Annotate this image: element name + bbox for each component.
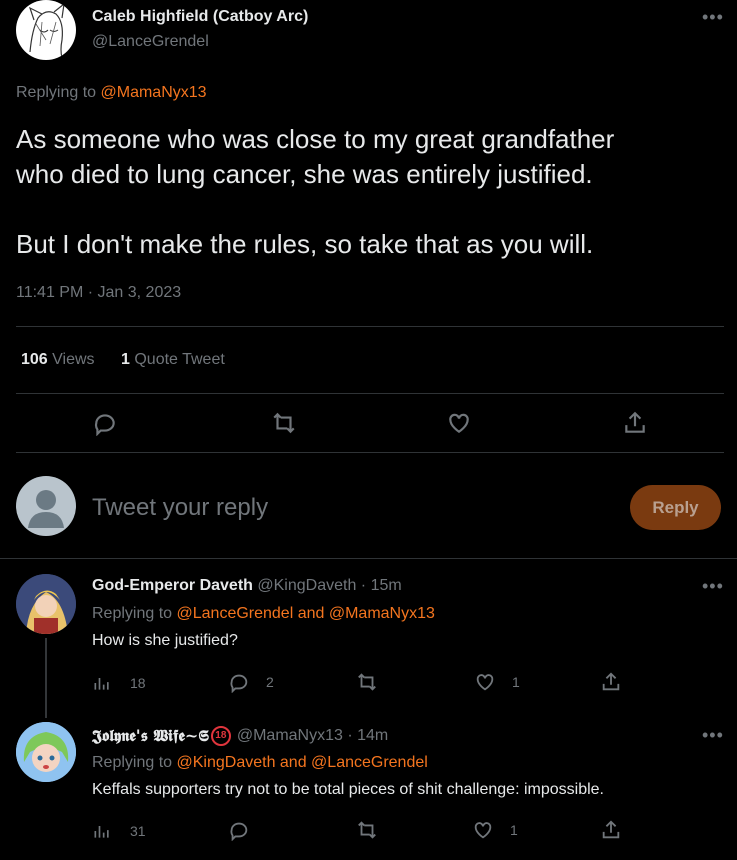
retweet-icon [273,412,295,434]
analytics-icon [94,678,109,690]
reply-button[interactable] [228,819,266,841]
reply-time[interactable]: 14m [357,727,388,745]
like-button[interactable] [446,410,472,436]
replying-to-link[interactable]: @MamaNyx13 [101,84,207,101]
reply-text: Keffals supporters try not to be total p… [92,781,604,798]
views-count: 106 [21,351,48,368]
reply-header: God-Emperor Daveth @KingDaveth · 15m [92,577,402,594]
replying-to-label: Replying to [16,84,97,101]
heart-icon [474,822,492,839]
replying-to-link[interactable]: @LanceGrendel and @MamaNyx13 [177,605,435,622]
more-options-icon[interactable]: ••• [702,726,724,744]
replying-to-line: Replying to @MamaNyx13 [16,84,207,102]
views-button[interactable]: 18 [92,672,146,694]
views-count: 18 [130,675,146,691]
more-options-icon[interactable]: ••• [702,8,724,26]
thread-line [45,638,47,718]
author-avatar[interactable] [16,0,76,60]
quotes-count: 1 [121,351,130,368]
reply-count: 2 [266,674,274,690]
reply-icon [94,414,115,437]
share-icon [602,820,620,839]
reply-handle[interactable]: @MamaNyx13 [237,727,343,745]
analytics-icon [94,826,109,838]
tweet-stats: 106 Views 1 Quote Tweet [21,351,225,369]
age-restriction-badge: 18 [210,726,231,746]
retweet-button[interactable] [356,671,394,693]
tweet-text: As someone who was close to my great gra… [16,122,731,262]
author-display-name[interactable]: Caleb Highfield (Catboy Arc) [92,8,308,26]
tweet-text-line: As someone who was close to my great gra… [16,124,615,154]
share-icon [625,411,645,433]
reply-time[interactable]: 15m [371,577,402,594]
tweet-time: 11:41 PM [16,284,84,301]
author-handle[interactable]: @LanceGrendel [92,33,209,51]
tweet-date: Jan 3, 2023 [97,284,182,301]
retweet-button[interactable] [270,410,298,436]
quotes-stat[interactable]: 1 Quote Tweet [121,351,225,368]
reply-button[interactable]: 2 [228,671,274,693]
reply-text: How is she justified? [92,632,238,649]
reply-submit-button[interactable]: Reply [630,485,721,530]
user-avatar[interactable] [16,476,76,536]
share-icon [602,672,620,691]
divider [16,393,724,394]
tweet-timestamp[interactable]: 11:41 PM · Jan 3, 2023 [16,284,181,302]
tweet-text-line: But I don't make the rules, so take that… [16,229,594,259]
replying-to-line: Replying to @LanceGrendel and @MamaNyx13 [92,605,435,623]
age-badge-label: 18 [215,730,227,741]
share-button[interactable] [600,671,622,693]
replying-to-label: Replying to [92,605,173,622]
reply-display-name[interactable]: God-Emperor Daveth [92,577,253,594]
replying-to-link[interactable]: @KingDaveth and @LanceGrendel [177,754,428,771]
more-options-icon[interactable]: ••• [702,577,724,595]
divider [0,558,737,559]
views-stat[interactable]: 106 Views [21,351,95,368]
like-count: 1 [512,674,520,690]
reply-display-name[interactable]: 𝕵𝖔𝖑𝖞𝖓𝖊'𝖘 𝖂𝖎𝖋𝖊~𝕾 [92,726,209,746]
quotes-label: Quote Tweet [134,351,225,368]
views-button[interactable]: 31 [92,820,146,842]
reply-handle[interactable]: @KingDaveth [257,577,356,594]
divider [16,452,724,453]
replying-to-label: Replying to [92,754,173,771]
heart-icon [449,413,469,433]
reply-header: 𝕵𝖔𝖑𝖞𝖓𝖊'𝖘 𝖂𝖎𝖋𝖊~𝕾 18 @MamaNyx13 · 14m [92,726,389,746]
reply-avatar[interactable] [16,722,76,782]
tweet-text-line: who died to lung cancer, she was entirel… [16,159,593,189]
like-count: 1 [510,822,518,838]
replying-to-line: Replying to @KingDaveth and @LanceGrende… [92,754,428,772]
reply-avatar[interactable] [16,574,76,634]
share-button[interactable] [600,819,622,841]
views-count: 31 [130,823,146,839]
retweet-icon [358,821,376,839]
like-button[interactable]: 1 [474,671,520,693]
retweet-button[interactable] [356,819,394,841]
reply-icon [230,822,248,841]
share-button[interactable] [622,410,648,436]
reply-input[interactable] [92,490,592,526]
heart-icon [476,674,494,691]
divider [16,326,724,327]
reply-icon [230,674,248,693]
like-button[interactable]: 1 [472,819,518,841]
reply-button[interactable] [92,410,118,437]
retweet-icon [358,673,376,691]
views-label: Views [52,351,95,368]
